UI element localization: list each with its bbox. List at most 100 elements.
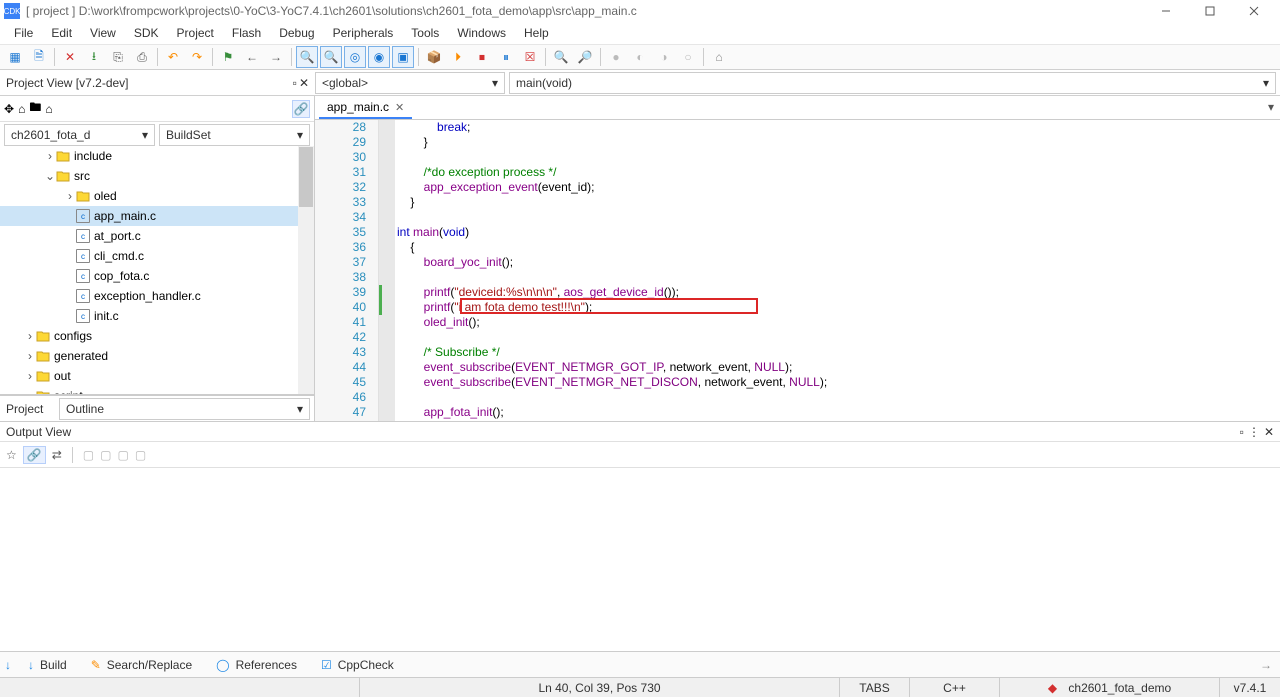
output-dropdown-icon[interactable]: ⋮ — [1248, 425, 1260, 439]
toolbar-btn-31[interactable]: ◐ — [629, 46, 651, 68]
file-cop_fota.c[interactable]: ccop_fota.c — [0, 266, 314, 286]
home2-icon[interactable]: ⌂ — [45, 102, 52, 116]
toolbar-btn-6[interactable]: ⎙ — [131, 46, 153, 68]
toolbar-btn-4[interactable]: ⭳ — [83, 46, 105, 68]
bottom-tab-build[interactable]: ↓Build — [16, 658, 79, 672]
toolbar-btn-18[interactable]: ◉ — [368, 46, 390, 68]
toolbar-btn-28[interactable]: 🔎 — [574, 46, 596, 68]
detach-icon[interactable]: ▫ — [293, 76, 297, 90]
output-detach-icon[interactable]: ▫ — [1240, 425, 1244, 439]
menu-view[interactable]: View — [82, 24, 124, 42]
toolbar-btn-9[interactable]: ↷ — [186, 46, 208, 68]
bottom-tab-references[interactable]: ◯References — [204, 658, 309, 672]
version: v7.4.1 — [1220, 678, 1280, 697]
toolbar-btn-30[interactable]: ● — [605, 46, 627, 68]
toolbar-btn-1[interactable]: 🗎 — [28, 46, 50, 68]
project-tree[interactable]: ›include⌄src›oledcapp_main.ccat_port.ccc… — [0, 146, 314, 395]
wrap-icon[interactable]: ⇄ — [52, 448, 62, 462]
bt-right-arrow[interactable]: → — [1252, 658, 1280, 672]
close-button[interactable] — [1232, 0, 1276, 22]
bt-arrow-icon[interactable]: ↓ — [0, 658, 16, 672]
toolbar-btn-19[interactable]: ▣ — [392, 46, 414, 68]
menu-debug[interactable]: Debug — [271, 24, 322, 42]
output-close-icon[interactable]: ✕ — [1264, 425, 1274, 439]
link-icon[interactable]: 🔗 — [292, 100, 310, 118]
lang-mode[interactable]: C++ — [910, 678, 1000, 697]
file-init.c[interactable]: cinit.c — [0, 306, 314, 326]
toolbar-btn-5[interactable]: ⎘ — [107, 46, 129, 68]
menu-help[interactable]: Help — [516, 24, 557, 42]
maximize-button[interactable] — [1188, 0, 1232, 22]
toolbar-btn-16[interactable]: 🔍 — [320, 46, 342, 68]
bottom-tab-search-replace[interactable]: ✎Search/Replace — [79, 658, 204, 672]
menu-file[interactable]: File — [6, 24, 41, 42]
toolbar-btn-0[interactable]: ▦ — [4, 46, 26, 68]
file-cli_cmd.c[interactable]: ccli_cmd.c — [0, 246, 314, 266]
tabs-mode[interactable]: TABS — [840, 678, 910, 697]
menu-project[interactable]: Project — [169, 24, 222, 42]
toolbar-btn-23[interactable]: ⏹ — [471, 46, 493, 68]
toolbar-btn-33[interactable]: ○ — [677, 46, 699, 68]
toolbar-btn-27[interactable]: 🔍 — [550, 46, 572, 68]
symbol-combo[interactable]: main(void)▾ — [509, 72, 1276, 94]
toolbar-btn-24[interactable]: ⏸ — [495, 46, 517, 68]
fold-margin[interactable] — [379, 120, 395, 421]
menu-windows[interactable]: Windows — [449, 24, 514, 42]
minimize-button[interactable] — [1144, 0, 1188, 22]
folder-out[interactable]: ›out — [0, 366, 314, 386]
link2-icon[interactable]: 🔗 — [23, 446, 46, 464]
tab-app-main[interactable]: app_main.c ✕ — [319, 97, 412, 119]
menu-flash[interactable]: Flash — [224, 24, 269, 42]
toolbar-btn-22[interactable]: ⏵ — [447, 46, 469, 68]
outline-combo[interactable]: Outline▾ — [59, 398, 310, 420]
menu-tools[interactable]: Tools — [403, 24, 447, 42]
toolbar-btn-8[interactable]: ↶ — [162, 46, 184, 68]
out-btn-1[interactable]: ▢ — [83, 448, 94, 462]
star-icon[interactable]: ☆ — [6, 448, 17, 462]
bottom-tab-cppcheck[interactable]: ☑CppCheck — [309, 658, 406, 672]
output-toolbar: ☆ 🔗 ⇄ ▢ ▢ ▢ ▢ — [0, 442, 1280, 468]
toolbar-btn-11[interactable]: ⚑ — [217, 46, 239, 68]
file-app_main.c[interactable]: capp_main.c — [0, 206, 314, 226]
toolbar-btn-13[interactable]: → — [265, 46, 287, 68]
pv-close-icon[interactable]: ✕ — [299, 76, 309, 90]
folder-script[interactable]: ›script — [0, 386, 314, 395]
menu-sdk[interactable]: SDK — [126, 24, 167, 42]
file-exception_handler.c[interactable]: cexception_handler.c — [0, 286, 314, 306]
toolbar-btn-15[interactable]: 🔍 — [296, 46, 318, 68]
out-btn-2[interactable]: ▢ — [100, 448, 111, 462]
code-body[interactable]: break; } /*do exception process */ app_e… — [395, 120, 1280, 421]
out-btn-4[interactable]: ▢ — [135, 448, 146, 462]
tree-scrollbar[interactable] — [298, 146, 314, 394]
toolbar-btn-12[interactable]: ← — [241, 46, 263, 68]
code-editor[interactable]: 2829303132333435363738394041424344454647… — [315, 120, 1280, 421]
folder-generated[interactable]: ›generated — [0, 346, 314, 366]
status-bar: Ln 40, Col 39, Pos 730 TABS C++ ◆ ch2601… — [0, 677, 1280, 697]
output-title: Output View — [6, 425, 71, 439]
project-view-header: Project View [v7.2-dev] ▫ ✕ — [0, 76, 315, 90]
toolbar-btn-25[interactable]: ☒ — [519, 46, 541, 68]
tab-close-icon[interactable]: ✕ — [395, 101, 404, 114]
folder-configs[interactable]: ›configs — [0, 326, 314, 346]
scope-combo[interactable]: <global>▾ — [315, 72, 505, 94]
home-icon[interactable]: ⌂ — [18, 102, 25, 116]
toolbar-btn-21[interactable]: 📦 — [423, 46, 445, 68]
toolbar-btn-3[interactable]: ✕ — [59, 46, 81, 68]
file-at_port.c[interactable]: cat_port.c — [0, 226, 314, 246]
buildset-combo[interactable]: BuildSet▾ — [159, 124, 310, 146]
toolbar-btn-35[interactable]: ⌂ — [708, 46, 730, 68]
menu-edit[interactable]: Edit — [43, 24, 80, 42]
folder-include[interactable]: ›include — [0, 146, 314, 166]
nav-arrow-icon[interactable]: ✥ — [4, 102, 14, 116]
editor-collapse-icon[interactable]: ▾ — [1262, 100, 1280, 114]
menu-peripherals[interactable]: Peripherals — [325, 24, 402, 42]
folder-oled[interactable]: ›oled — [0, 186, 314, 206]
folder-src[interactable]: ⌄src — [0, 166, 314, 186]
tree-icon[interactable]: 🖿 — [29, 98, 41, 119]
project-combo[interactable]: ch2601_fota_d▾ — [4, 124, 155, 146]
toolbar-btn-32[interactable]: ◑ — [653, 46, 675, 68]
out-btn-3[interactable]: ▢ — [117, 448, 128, 462]
main-toolbar: ▦🗎✕⭳⎘⎙↶↷⚑←→🔍🔍◎◉▣📦⏵⏹⏸☒🔍🔎●◐◑○⌂ — [0, 44, 1280, 70]
toolbar-btn-17[interactable]: ◎ — [344, 46, 366, 68]
output-body[interactable] — [0, 468, 1280, 651]
